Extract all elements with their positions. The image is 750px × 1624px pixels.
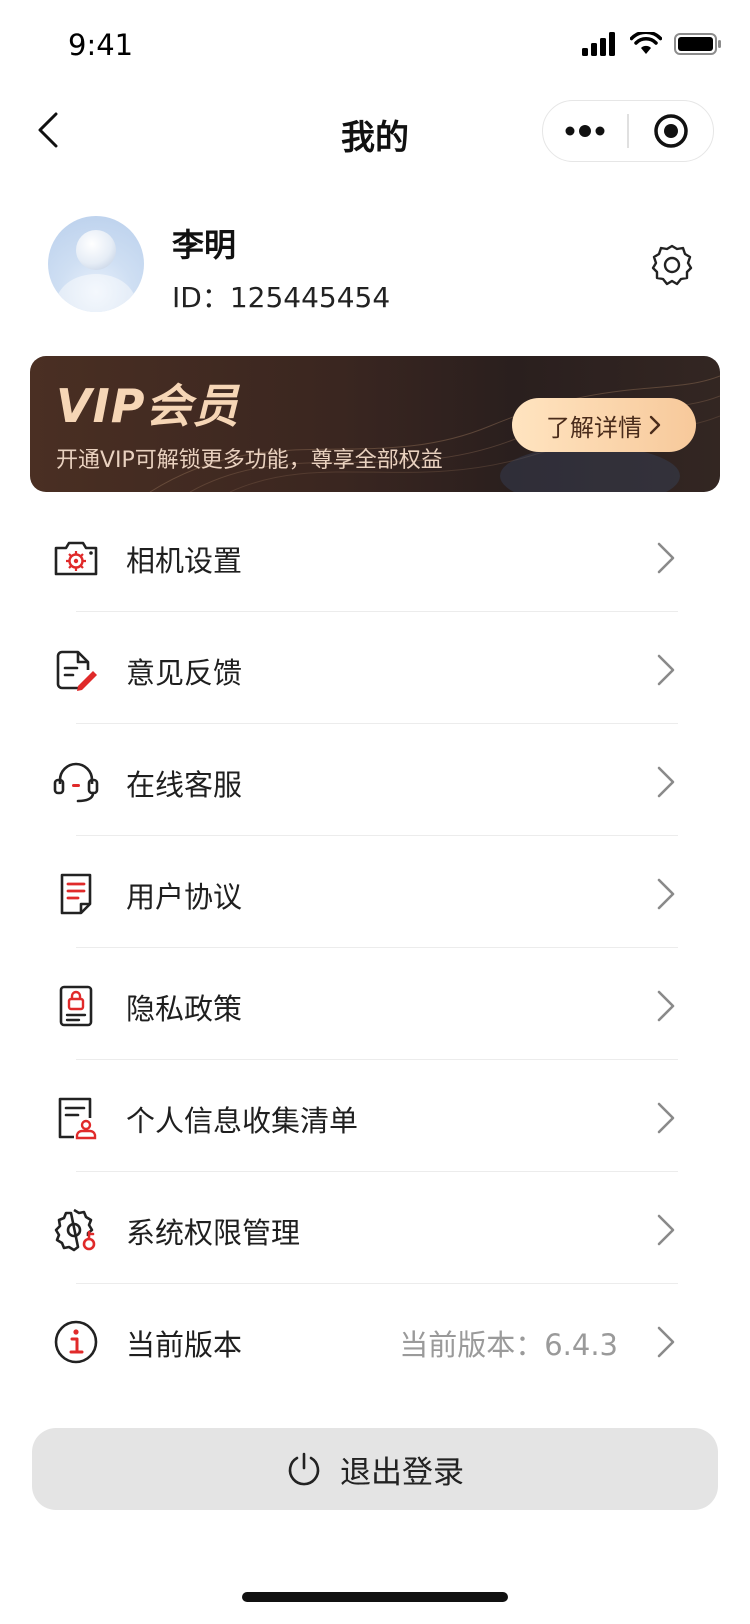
vip-details-button[interactable]: 了解详情: [512, 398, 696, 452]
menu-item-user-agreement[interactable]: 用户协议: [0, 836, 750, 948]
avatar-head-shape: [76, 230, 116, 270]
mini-program-capsule: [542, 100, 714, 162]
personal-info-icon: [58, 1097, 97, 1140]
logout-label: 退出登录: [340, 1454, 464, 1491]
chevron-right-icon: [657, 766, 675, 798]
status-icons: [582, 32, 722, 56]
document-icon: [60, 873, 92, 915]
vip-title: VIP会员: [56, 379, 240, 433]
menu-item-label: 意见反馈: [126, 656, 243, 690]
menu-item-current-version[interactable]: 当前版本 当前版本：6.4.3: [0, 1284, 750, 1396]
settings-menu: 相机设置 意见反馈 在线客服 用户协议 隐私政策 个人信息收集清单 系统权限管理…: [0, 500, 750, 1396]
camera-settings-icon: [54, 541, 98, 576]
chevron-right-icon: [657, 1214, 675, 1246]
privacy-lock-icon: [59, 985, 93, 1027]
menu-item-label: 用户协议: [126, 880, 243, 914]
close-mini-program-button[interactable]: [629, 101, 713, 161]
more-button[interactable]: [543, 101, 627, 161]
home-indicator: [242, 1592, 508, 1602]
chevron-right-icon: [657, 1102, 675, 1134]
wifi-icon: [630, 32, 662, 54]
menu-item-label: 在线客服: [126, 768, 243, 802]
signal-icon: [582, 32, 615, 56]
avatar[interactable]: [48, 216, 144, 312]
logout-button[interactable]: 退出登录: [32, 1428, 718, 1510]
chevron-right-icon: [657, 542, 675, 574]
chevron-right-icon: [657, 1326, 675, 1358]
menu-item-permission-management[interactable]: 系统权限管理: [0, 1172, 750, 1284]
vip-banner[interactable]: VIP会员 开通VIP可解锁更多功能，尊享全部权益 了解详情: [30, 356, 720, 492]
status-time: 9:41: [68, 28, 134, 62]
menu-item-personal-info-list[interactable]: 个人信息收集清单: [0, 1060, 750, 1172]
menu-item-label: 当前版本: [126, 1328, 243, 1362]
menu-item-label: 系统权限管理: [126, 1216, 301, 1250]
menu-item-privacy-policy[interactable]: 隐私政策: [0, 948, 750, 1060]
vip-subtitle: 开通VIP可解锁更多功能，尊享全部权益: [56, 448, 443, 473]
menu-item-online-service[interactable]: 在线客服: [0, 724, 750, 836]
menu-item-feedback[interactable]: 意见反馈: [0, 612, 750, 724]
gear-icon[interactable]: [648, 242, 696, 290]
user-name: 李明: [172, 226, 237, 264]
chevron-right-icon: [657, 990, 675, 1022]
menu-item-label: 个人信息收集清单: [126, 1104, 359, 1138]
menu-item-label: 隐私政策: [126, 992, 243, 1026]
power-icon: [288, 1452, 320, 1486]
battery-icon: [674, 33, 721, 55]
user-id: ID：125445454: [172, 281, 391, 314]
feedback-icon: [56, 650, 97, 691]
headset-icon: [53, 762, 99, 803]
more-dots-icon: [565, 125, 605, 137]
info-icon: [54, 1320, 98, 1364]
vip-details-label: 了解详情: [546, 414, 642, 442]
avatar-body-shape: [56, 274, 136, 312]
chevron-right-icon: [649, 415, 661, 435]
menu-item-camera-settings[interactable]: 相机设置: [0, 500, 750, 612]
version-value: 当前版本：6.4.3: [399, 1328, 618, 1362]
permission-gear-icon: [54, 1208, 96, 1252]
menu-item-label: 相机设置: [126, 544, 243, 578]
chevron-right-icon: [657, 654, 675, 686]
target-circle-icon: [654, 114, 688, 148]
chevron-right-icon: [657, 878, 675, 910]
